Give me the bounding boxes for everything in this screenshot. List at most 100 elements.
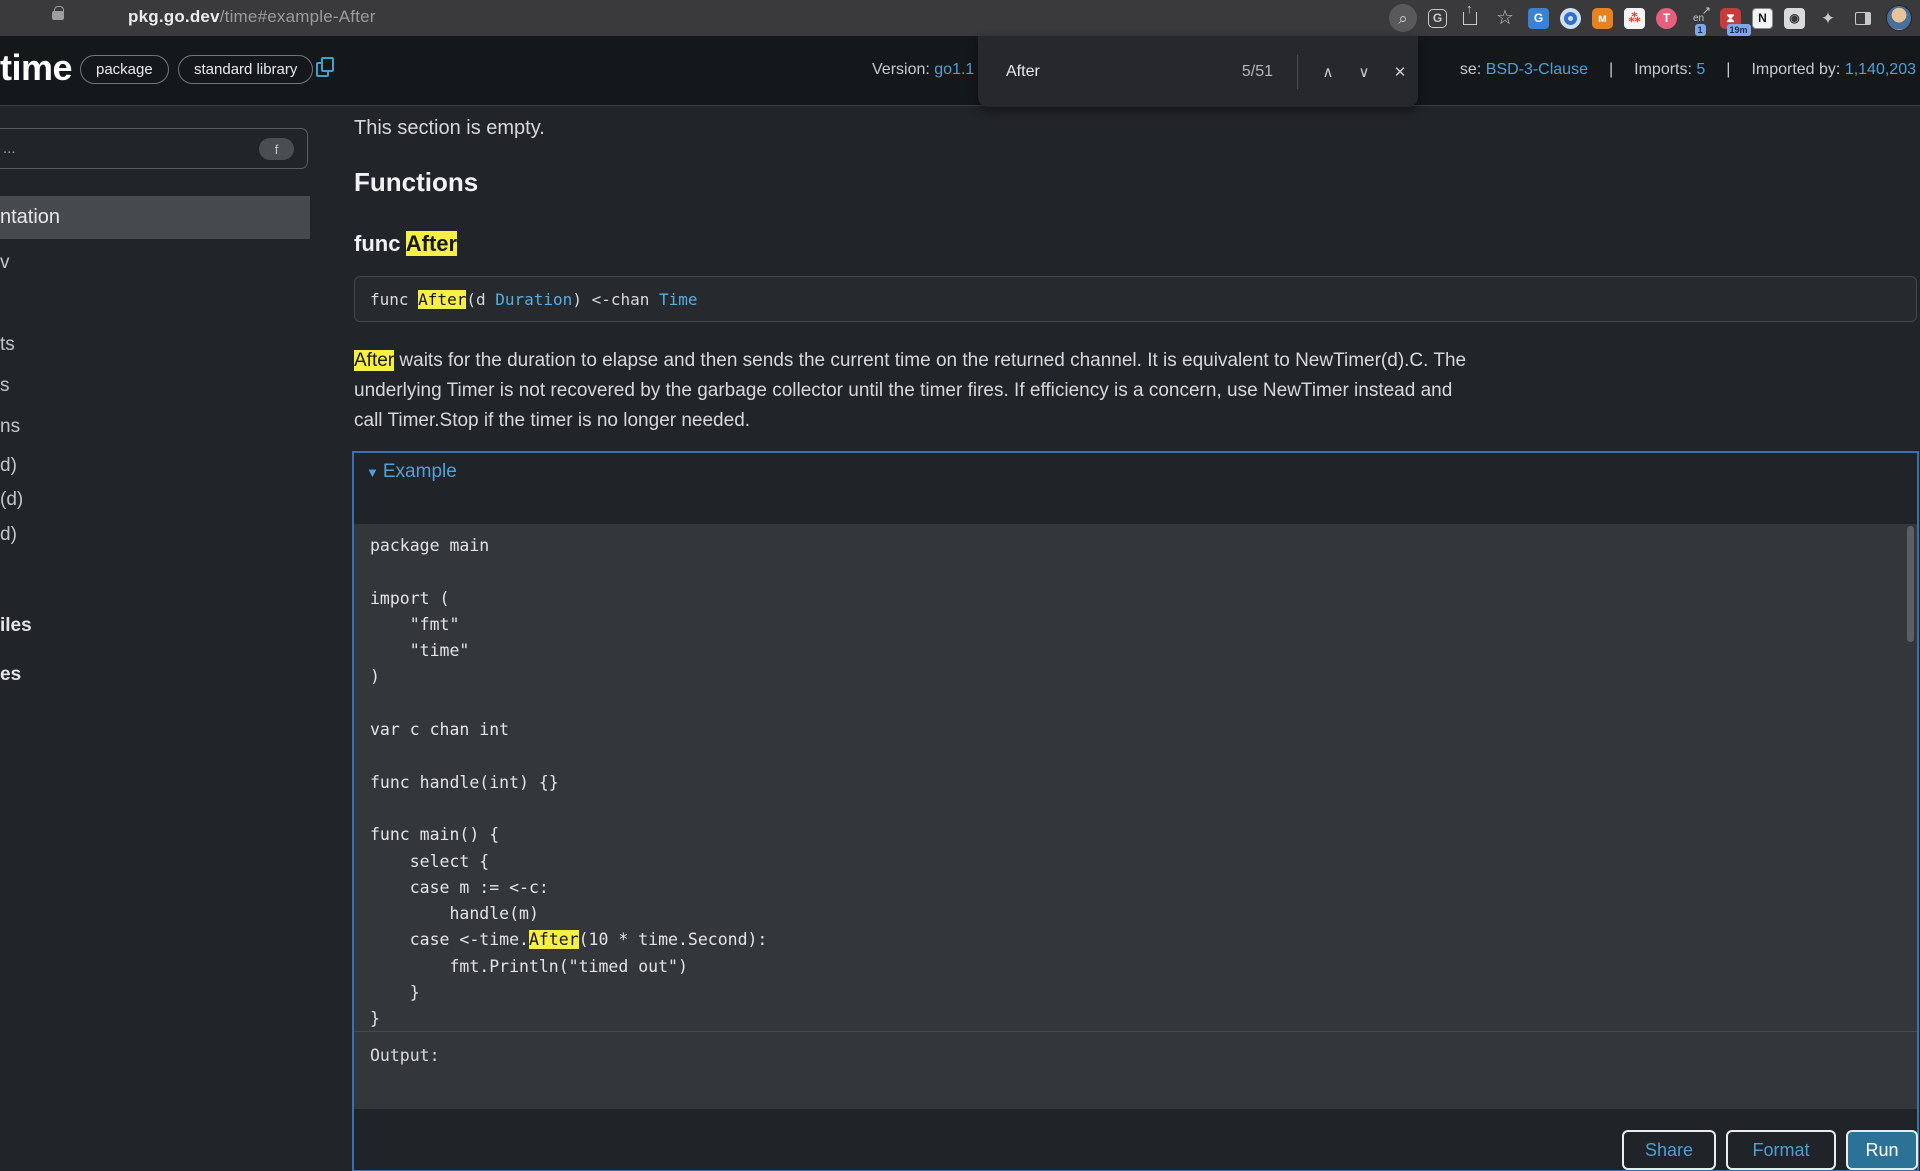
empty-section-notice: This section is empty. [354, 117, 545, 140]
code-line: ) [370, 664, 767, 690]
profile-avatar[interactable] [1886, 5, 1912, 31]
code-line: func handle(int) {} [370, 770, 767, 796]
doc-line: After waits for the duration to elapse a… [354, 346, 1564, 376]
version-link[interactable]: go1.1 [934, 61, 974, 78]
find-previous-button[interactable]: ∧ [1310, 54, 1346, 90]
code-line: handle(m) [370, 901, 767, 927]
sidebar-item[interactable]: ns [0, 416, 20, 438]
timer-extension-icon[interactable]: ⧗19m [1720, 8, 1741, 29]
sidebar-item[interactable]: d) [0, 524, 17, 546]
imported-by-link[interactable]: 1,140,203 [1845, 61, 1916, 78]
find-input[interactable]: After [1006, 63, 1040, 81]
code-line [370, 743, 767, 769]
editor-scrollbar[interactable] [1907, 526, 1914, 642]
run-button[interactable]: Run [1846, 1130, 1918, 1170]
sidebar-item[interactable]: d) [0, 455, 17, 477]
bookmark-star-icon[interactable]: ☆ [1493, 6, 1517, 30]
header-meta: se: BSD-3-Clause | Imports: 5 | Imported… [1460, 61, 1916, 79]
code-line [370, 691, 767, 717]
find-match-count: 5/51 [1242, 63, 1273, 81]
metamask-fox-icon[interactable]: ᴍ [1592, 8, 1613, 29]
output-label: Output: [370, 1046, 440, 1065]
url-host: pkg.go.dev [128, 7, 220, 26]
org-chart-extension-icon[interactable]: ⁂ [1624, 8, 1645, 29]
main-content: This section is empty. Functions func Af… [354, 107, 1920, 1171]
sidebar-search-placeholder: ... [3, 140, 16, 157]
sidebar-item[interactable]: v [0, 252, 10, 274]
imports-info: Imports: 5 [1634, 61, 1705, 79]
code-line: import ( [370, 586, 767, 612]
function-declaration: func After(d Duration) <-chan Time [354, 276, 1917, 322]
code-line: func main() { [370, 822, 767, 848]
doc-line: underlying Timer is not recovered by the… [354, 376, 1564, 406]
browser-chrome: pkg.go.dev/time#example-After ⌕ G ☆ G ᴍ … [0, 0, 1920, 36]
notion-extension-icon[interactable]: N [1752, 8, 1773, 29]
lock-icon [52, 11, 64, 20]
output-divider [354, 1031, 1917, 1032]
camera-extension-icon[interactable]: ◉ [1784, 8, 1805, 29]
chevron-down-icon: ▼ [366, 465, 379, 480]
opera-extension-icon[interactable] [1560, 8, 1581, 29]
copy-path-button[interactable] [316, 57, 336, 79]
extensions-puzzle-icon[interactable]: ✦ [1816, 6, 1840, 30]
browser-toolbar-icons: ⌕ G ☆ G ᴍ ⁂ T en↗1 ⧗19m N ◉ ✦ [1389, 0, 1912, 36]
code-editor[interactable]: package main import ( "fmt" "time") var … [354, 524, 1917, 1109]
example-code[interactable]: package main import ( "fmt" "time") var … [370, 533, 767, 1033]
translate-extension-icon[interactable]: G [1528, 8, 1549, 29]
example-section: ▼ Example package main import ( "fmt" "t… [352, 451, 1919, 1171]
meta-divider: | [1609, 61, 1613, 79]
doc-line: call Timer.Stop if the timer is no longe… [354, 406, 1564, 436]
sidebar-toggle-icon[interactable] [1851, 6, 1875, 30]
share-button[interactable]: Share [1622, 1130, 1716, 1170]
timer-extension-badge: 19m [1727, 24, 1751, 36]
example-toggle-label: Example [383, 461, 457, 483]
badge-standard-library[interactable]: standard library [178, 55, 313, 84]
code-line [370, 796, 767, 822]
meta-divider: | [1726, 61, 1730, 79]
address-bar[interactable]: pkg.go.dev/time#example-After [128, 7, 376, 27]
badge-package[interactable]: package [80, 55, 169, 84]
code-line: } [370, 1006, 767, 1032]
function-doc-paragraph: After waits for the duration to elapse a… [354, 346, 1564, 436]
screen: pkg.go.dev/time#example-After ⌕ G ☆ G ᴍ … [0, 0, 1920, 1171]
code-line: } [370, 980, 767, 1006]
find-next-button[interactable]: ∨ [1346, 54, 1382, 90]
sidebar-item[interactable]: iles [0, 615, 32, 637]
translate-icon[interactable]: G [1428, 9, 1447, 28]
sidebar-item[interactable]: s [0, 375, 10, 397]
code-line [370, 559, 767, 585]
code-line: "time" [370, 638, 767, 664]
url-path: /time#example-After [220, 7, 376, 26]
package-title: time [0, 47, 72, 89]
format-button[interactable]: Format [1726, 1130, 1836, 1170]
license-link[interactable]: BSD-3-Clause [1486, 61, 1588, 78]
find-divider [1297, 55, 1298, 89]
version-info: Version: go1.1 [872, 61, 974, 79]
example-toggle[interactable]: ▼ Example [366, 461, 457, 483]
sidebar-item-label: ntation [0, 206, 60, 229]
code-line: select { [370, 849, 767, 875]
find-close-button[interactable]: ✕ [1382, 54, 1418, 90]
sidebar-item[interactable]: (d) [0, 489, 23, 511]
en-translate-extension-icon[interactable]: en↗1 [1688, 8, 1709, 29]
share-icon[interactable] [1458, 6, 1482, 30]
sidebar: ... f ntation v ts s ns d) (d) d) iles es [0, 107, 310, 1171]
license-info: se: BSD-3-Clause [1460, 61, 1588, 79]
code-line: "fmt" [370, 612, 767, 638]
find-bar: After 5/51 ∧ ∨ ✕ [978, 36, 1418, 107]
sidebar-item[interactable]: ts [0, 334, 15, 356]
find-in-page-icon[interactable]: ⌕ [1389, 4, 1417, 32]
t-extension-icon[interactable]: T [1656, 8, 1677, 29]
imported-by-info: Imported by: 1,140,203 [1751, 61, 1916, 79]
keyboard-shortcut-badge: f [259, 138, 294, 160]
sidebar-item[interactable]: es [0, 664, 21, 686]
code-line: fmt.Println("timed out") [370, 954, 767, 980]
site-header: time package standard library Version: g… [0, 36, 1920, 106]
code-line: package main [370, 533, 767, 559]
func-after-heading: func After [354, 231, 457, 257]
sidebar-search-input[interactable]: ... f [0, 128, 308, 169]
sidebar-item-documentation[interactable]: ntation [0, 196, 310, 239]
imports-link[interactable]: 5 [1696, 61, 1705, 78]
en-extension-badge: 1 [1695, 24, 1706, 36]
code-line: case <-time.After(10 * time.Second): [370, 927, 767, 953]
